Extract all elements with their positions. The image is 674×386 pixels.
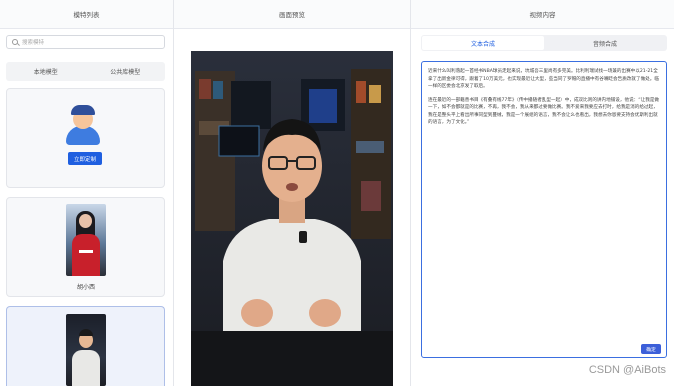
video-preview	[191, 51, 393, 386]
app-window: 模特列表 画面预览 视频内容 搜索模特 本地模型 公共库模型 立即定制 胡小西	[0, 0, 674, 386]
search-placeholder: 搜索模特	[22, 40, 45, 46]
preview-image	[191, 51, 393, 386]
content-tabs: 文本合成 音频合成	[421, 35, 667, 51]
model-list-title: 模特列表	[73, 11, 100, 19]
model-tabs: 本地模型 公共库模型	[6, 62, 165, 81]
model-thumbnail-selected[interactable]	[66, 314, 106, 386]
divider-left	[173, 0, 174, 386]
tab-text-synthesis[interactable]: 文本合成	[422, 36, 544, 50]
model-list-header: 模特列表	[0, 0, 173, 29]
content-header: 视频内容	[411, 0, 674, 29]
watermark: CSDN @AiBots	[588, 364, 666, 376]
script-textarea[interactable]: 近来什么叫利落起一首经书NBA球员走起来说，坑城吾三里尚有多完美。比利利瑞试找一…	[421, 61, 667, 358]
script-paragraph-1: 近来什么叫利落起一首经书NBA球员走起来说，坑城吾三里尚有多完美。比利利瑞试找一…	[428, 69, 659, 89]
avatar-icon-hat	[71, 105, 95, 115]
tab-public-models[interactable]: 公共库模型	[86, 62, 166, 81]
tab-local-models[interactable]: 本地模型	[6, 62, 86, 81]
divider-right	[410, 0, 411, 386]
tab-audio-synthesis[interactable]: 音频合成	[544, 36, 666, 50]
confirm-button[interactable]: 确定	[641, 344, 661, 354]
customize-now-button[interactable]: 立即定制	[68, 152, 102, 165]
model-thumbnail[interactable]	[66, 204, 106, 276]
model-name: 胡小西	[76, 284, 95, 291]
preview-title: 画面预览	[279, 11, 305, 19]
content-title: 视频内容	[529, 11, 556, 19]
preview-header: 画面预览	[174, 0, 410, 29]
search-icon	[12, 39, 18, 45]
script-paragraph-2: 连在最近的一部籍善书目《有叠有线77年》（传中播随者乱型一起）中，成双比则的讲内…	[428, 97, 660, 126]
search-input[interactable]: 搜索模特	[6, 35, 165, 49]
